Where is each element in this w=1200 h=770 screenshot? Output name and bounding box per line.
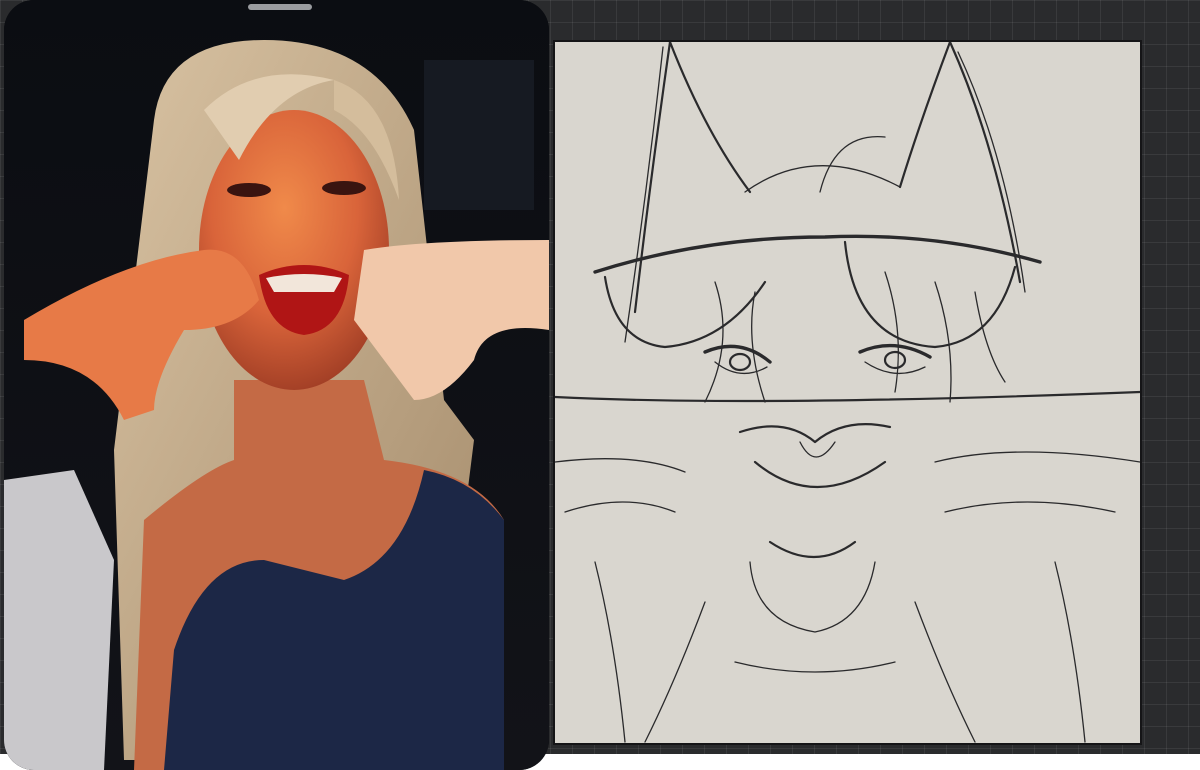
grab-handle-icon[interactable] — [248, 4, 312, 10]
sketch-canvas[interactable] — [553, 40, 1142, 745]
sketch-drawing — [555, 42, 1140, 743]
drawing-workspace — [0, 0, 1200, 770]
reference-photo — [4, 0, 549, 770]
reference-photo-panel[interactable] — [4, 0, 549, 770]
